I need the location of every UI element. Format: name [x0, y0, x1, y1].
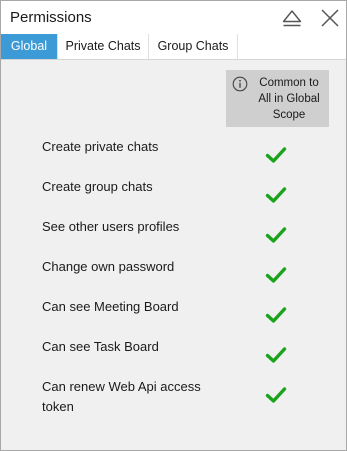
- eject-icon: [282, 10, 302, 27]
- tab-global[interactable]: Global: [1, 34, 58, 59]
- info-icon: [232, 76, 248, 92]
- check-icon: [265, 187, 287, 203]
- tab-private-chats[interactable]: Private Chats: [58, 34, 149, 59]
- close-button[interactable]: [318, 6, 342, 30]
- permission-label: Can see Task Board: [42, 339, 159, 354]
- check-icon: [265, 147, 287, 163]
- tab-group-chats[interactable]: Group Chats: [149, 34, 238, 59]
- check-icon: [265, 387, 287, 403]
- check-icon: [265, 227, 287, 243]
- tab-strip: Global Private Chats Group Chats: [1, 34, 346, 60]
- permission-label: Change own password: [42, 259, 175, 274]
- scope-column-header: Common to All in Global Scope: [226, 70, 329, 127]
- permission-label: See other users profiles: [42, 219, 180, 234]
- check-icon: [265, 347, 287, 363]
- permission-label: Create private chats: [42, 139, 159, 154]
- window-title: Permissions: [10, 9, 92, 26]
- eject-button[interactable]: [280, 6, 304, 30]
- close-icon: [321, 9, 339, 27]
- permission-label: Can renew Web Api access token: [42, 379, 201, 414]
- check-icon: [265, 267, 287, 283]
- title-bar: Permissions: [1, 1, 346, 34]
- permissions-window: Permissions Global Private Chats Group C…: [0, 0, 347, 451]
- permission-label: Create group chats: [42, 179, 153, 194]
- check-icon: [265, 307, 287, 323]
- permission-label: Can see Meeting Board: [42, 299, 179, 314]
- scope-header-label: Common to All in Global Scope: [258, 77, 320, 121]
